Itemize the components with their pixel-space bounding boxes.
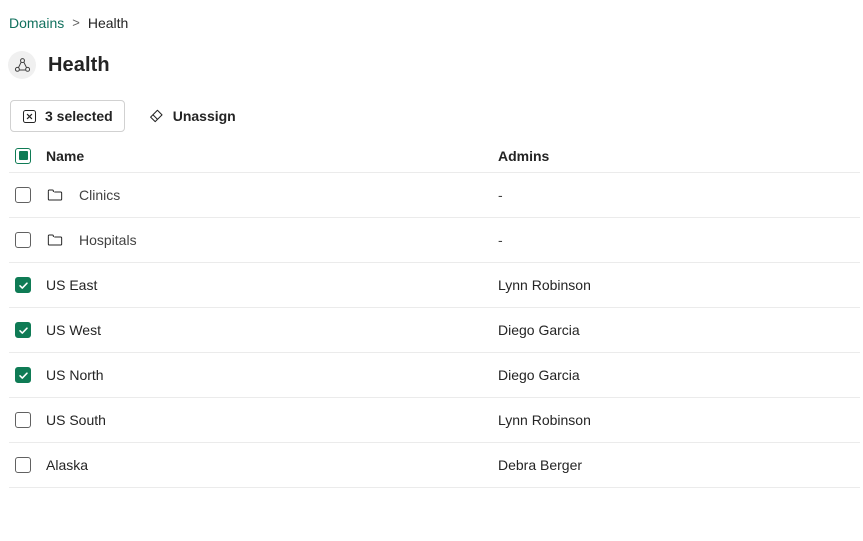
row-checkbox[interactable] [15, 457, 31, 473]
row-admins: Lynn Robinson [498, 275, 591, 295]
row-name: Hospitals [79, 230, 137, 250]
dismiss-box-icon [22, 109, 37, 124]
table-row[interactable]: Hospitals - [9, 218, 860, 263]
row-checkbox-cell[interactable] [9, 322, 46, 338]
row-name: US North [46, 365, 104, 385]
row-admins: - [498, 230, 503, 250]
unassign-button[interactable]: Unassign [143, 100, 240, 132]
column-header-name[interactable]: Name [46, 148, 84, 164]
table-row[interactable]: Alaska Debra Berger [9, 443, 860, 488]
row-admins: - [498, 185, 503, 205]
unassign-label: Unassign [173, 108, 236, 124]
breadcrumb-separator: > [72, 13, 80, 33]
row-checkbox[interactable] [15, 187, 31, 203]
row-checkbox[interactable] [15, 412, 31, 428]
breadcrumb: Domains > Health [9, 13, 128, 33]
toolbar: 3 selected Unassign [10, 100, 240, 132]
row-checkbox[interactable] [15, 232, 31, 248]
breadcrumb-current-health: Health [88, 13, 128, 33]
select-all-cell[interactable] [9, 148, 46, 164]
row-checkbox-cell[interactable] [9, 232, 46, 248]
row-name: US East [46, 275, 97, 295]
row-name: US West [46, 320, 101, 340]
column-header-admins[interactable]: Admins [498, 148, 549, 164]
row-checkbox[interactable] [15, 322, 31, 338]
indeterminate-mark [19, 151, 28, 160]
table-header-row: Name Admins [9, 139, 860, 173]
folder-icon [46, 231, 79, 249]
row-admins: Diego Garcia [498, 365, 580, 385]
table-row[interactable]: US South Lynn Robinson [9, 398, 860, 443]
folder-icon [46, 186, 79, 204]
row-name: US South [46, 410, 106, 430]
row-admins: Debra Berger [498, 455, 582, 475]
row-admins: Lynn Robinson [498, 410, 591, 430]
row-checkbox[interactable] [15, 367, 31, 383]
table-row[interactable]: US West Diego Garcia [9, 308, 860, 353]
row-checkbox-cell[interactable] [9, 367, 46, 383]
table-row[interactable]: US East Lynn Robinson [9, 263, 860, 308]
table-row[interactable]: US North Diego Garcia [9, 353, 860, 398]
table-row[interactable]: Clinics - [9, 173, 860, 218]
page-title: Health [48, 54, 110, 77]
row-checkbox-cell[interactable] [9, 412, 46, 428]
selection-count-button[interactable]: 3 selected [10, 100, 125, 132]
row-checkbox-cell[interactable] [9, 277, 46, 293]
breadcrumb-link-domains[interactable]: Domains [9, 13, 64, 33]
page-title-row: Health [8, 51, 110, 79]
row-name: Alaska [46, 455, 88, 475]
domains-table: Name Admins Clinics - Hospitals - [9, 139, 860, 488]
selection-count-label: 3 selected [45, 108, 113, 124]
row-admins: Diego Garcia [498, 320, 580, 340]
domain-network-icon [8, 51, 36, 79]
row-name: Clinics [79, 185, 120, 205]
row-checkbox-cell[interactable] [9, 187, 46, 203]
select-all-checkbox[interactable] [15, 148, 31, 164]
row-checkbox[interactable] [15, 277, 31, 293]
row-checkbox-cell[interactable] [9, 457, 46, 473]
eraser-icon [147, 107, 165, 125]
